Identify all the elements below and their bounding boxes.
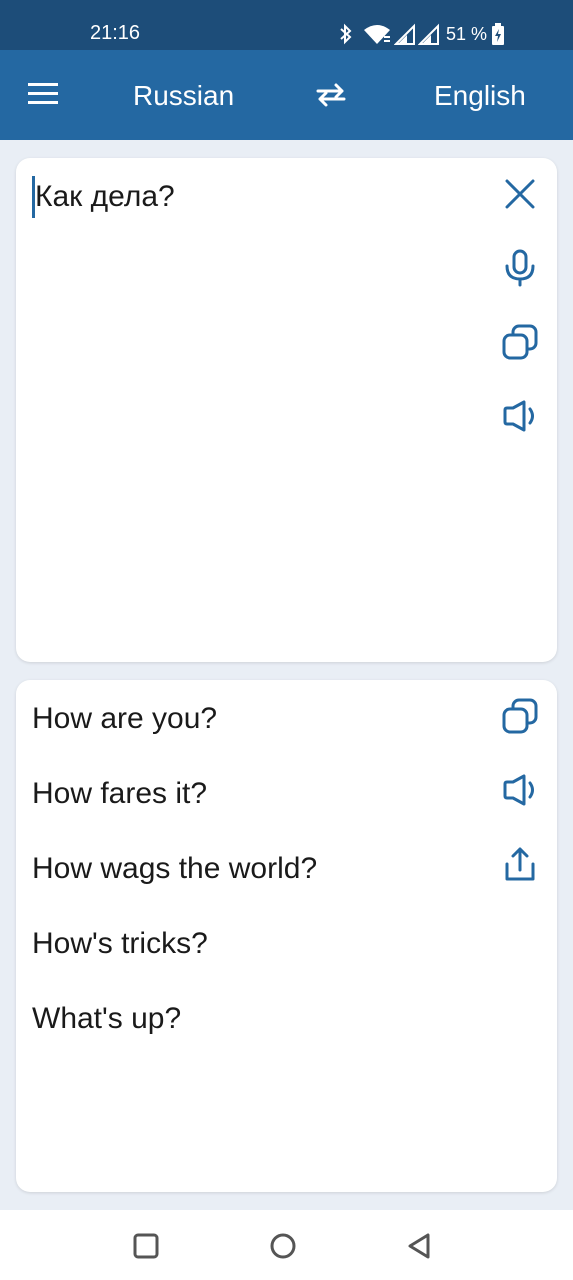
recents-icon — [133, 1233, 159, 1259]
speaker-icon — [503, 774, 534, 806]
share-translation-button[interactable] — [498, 842, 542, 886]
input-card: Как дела? — [16, 158, 557, 662]
microphone-button[interactable] — [498, 246, 542, 290]
menu-button[interactable] — [26, 80, 64, 110]
microphone-icon — [505, 249, 535, 287]
status-icons: 51 % — [338, 20, 505, 48]
source-text-input[interactable]: Как дела? — [32, 176, 175, 218]
copy-source-button[interactable] — [498, 320, 542, 364]
battery-percent: 51 % — [446, 23, 488, 44]
home-icon — [270, 1233, 296, 1259]
source-language-button[interactable]: Russian — [133, 80, 234, 112]
app-bar: Russian English — [0, 50, 573, 140]
translation-result[interactable]: What's up? — [32, 998, 317, 1073]
battery-charging-icon — [492, 23, 505, 45]
signal-icon — [418, 23, 439, 45]
translation-result[interactable]: How are you? — [32, 698, 317, 773]
translation-results: How are you? How fares it? How wags the … — [32, 698, 317, 1073]
speak-source-button[interactable] — [498, 394, 542, 438]
status-time: 21:16 — [90, 22, 141, 44]
signal-icon — [394, 23, 415, 45]
copy-icon — [502, 324, 538, 360]
close-icon — [505, 179, 535, 209]
speak-translation-button[interactable] — [498, 768, 542, 812]
target-language-button[interactable]: English — [434, 80, 526, 112]
home-button[interactable] — [265, 1228, 301, 1264]
status-bar: 21:16 51 % — [0, 0, 573, 50]
back-button[interactable] — [402, 1228, 438, 1264]
bluetooth-icon — [340, 23, 352, 45]
translation-result[interactable]: How fares it? — [32, 773, 317, 848]
translation-result[interactable]: How wags the world? — [32, 848, 317, 923]
navigation-bar — [0, 1210, 573, 1280]
menu-icon — [28, 83, 58, 104]
translation-result[interactable]: How's tricks? — [32, 923, 317, 998]
clear-button[interactable] — [498, 172, 542, 216]
speaker-icon — [503, 400, 534, 432]
share-icon — [505, 847, 535, 881]
output-card: How are you? How fares it? How wags the … — [16, 680, 557, 1192]
back-icon — [408, 1233, 430, 1259]
recents-button[interactable] — [128, 1228, 164, 1264]
copy-translation-button[interactable] — [498, 694, 542, 738]
copy-icon — [502, 698, 538, 734]
swap-arrows-icon — [316, 83, 346, 107]
swap-languages-button[interactable] — [314, 82, 350, 110]
wifi-icon — [364, 25, 390, 44]
